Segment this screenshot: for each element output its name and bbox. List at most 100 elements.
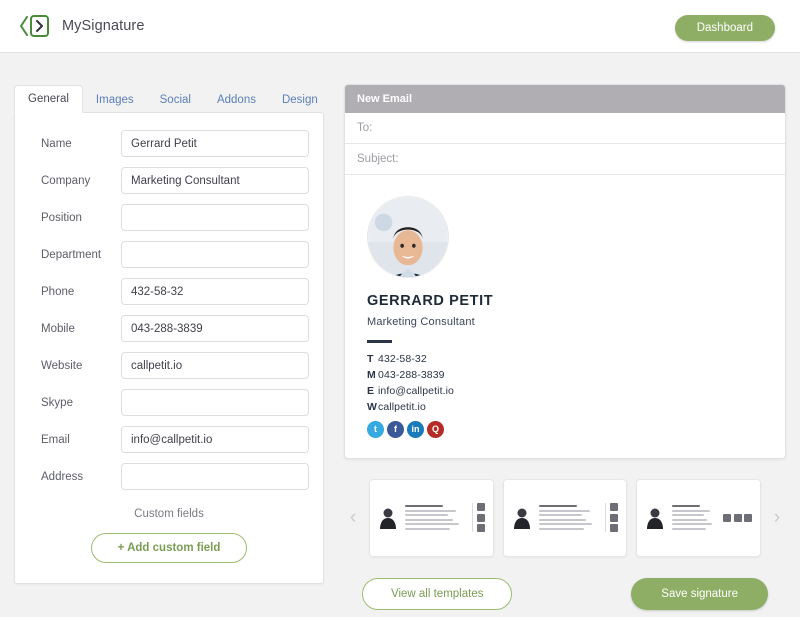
thumbnail-line xyxy=(538,509,590,512)
top-bar: MySignature Dashboard xyxy=(0,0,800,53)
general-form-card: Name Company Position Department Phone Mobile… xyxy=(14,112,324,584)
thumbnail-social-square xyxy=(610,524,619,532)
template-thumbnail-2[interactable] xyxy=(502,478,628,557)
view-all-templates-button[interactable]: View all templates xyxy=(362,577,513,610)
thumbnail-text-lines xyxy=(405,505,465,530)
thumbnail-line xyxy=(538,518,587,521)
thumbnail-line xyxy=(538,505,577,508)
custom-fields-title: Custom fields xyxy=(134,508,204,520)
thumbnail-social-buttons xyxy=(471,503,485,532)
thumbnail-text-lines xyxy=(538,505,599,530)
thumbnail-line xyxy=(672,527,706,530)
signature-contact-m: M 043-288-3839 xyxy=(367,369,785,381)
email-preview-header: New Email xyxy=(345,85,785,113)
template-thumbnail-3[interactable] xyxy=(636,478,762,557)
label-mobile: Mobile xyxy=(41,322,75,335)
thumbnail-line xyxy=(405,523,459,526)
thumbnail-social-square xyxy=(610,503,619,511)
thumbnail-line xyxy=(538,527,585,530)
contact-value: callpetit.io xyxy=(378,400,426,413)
tab-design[interactable]: Design xyxy=(269,87,331,113)
input-company[interactable] xyxy=(121,167,309,194)
thumbnail-line xyxy=(405,514,448,517)
thumbnail-line xyxy=(405,527,451,530)
input-phone[interactable] xyxy=(121,278,309,305)
brand-name: MySignature xyxy=(62,18,145,34)
thumbnail-line xyxy=(672,514,704,517)
contact-prefix: T xyxy=(367,352,374,365)
signature-contact-t: T 432-58-32 xyxy=(367,353,785,365)
input-skype[interactable] xyxy=(121,389,309,416)
input-position[interactable] xyxy=(121,204,309,231)
thumbnail-line xyxy=(538,523,593,526)
thumbnail-social-square xyxy=(744,513,753,522)
form-row-position: Position xyxy=(29,204,309,231)
thumbnail-line xyxy=(538,514,582,517)
user-photo-avatar xyxy=(367,196,785,278)
form-row-website: Website xyxy=(29,352,309,379)
template-thumbnail-1[interactable] xyxy=(369,478,494,557)
signature-divider xyxy=(367,340,392,343)
thumbnail-line xyxy=(405,509,457,512)
template-carousel: ‹ › xyxy=(344,478,786,557)
contact-prefix: M xyxy=(367,368,376,381)
contact-value: 432-58-32 xyxy=(378,352,427,365)
label-skype: Skype xyxy=(41,396,73,409)
thumbnail-social-buttons xyxy=(605,503,619,532)
signature-preview: GERRARD PETIT Marketing Consultant T 432-… xyxy=(345,175,785,458)
label-email: Email xyxy=(41,433,70,446)
twitter-icon[interactable]: t xyxy=(367,420,384,438)
form-row-mobile: Mobile xyxy=(29,315,309,342)
label-name: Name xyxy=(41,137,72,150)
add-custom-field-button[interactable]: + Add custom field xyxy=(90,533,248,563)
input-mobile[interactable] xyxy=(121,315,309,342)
add-custom-field-wrap: + Add custom field xyxy=(29,533,309,563)
signature-role: Marketing Consultant xyxy=(367,316,475,328)
input-department[interactable] xyxy=(121,241,309,268)
thumbnail-line xyxy=(405,505,444,508)
thumbnail-line xyxy=(672,518,708,521)
tab-social[interactable]: Social xyxy=(147,87,204,113)
code-brackets-logo-icon xyxy=(18,12,52,40)
thumbnail-avatar-icon xyxy=(513,508,530,529)
form-row-address: Address xyxy=(29,463,309,490)
thumbnail-social-square xyxy=(476,503,485,511)
tab-addons[interactable]: Addons xyxy=(204,87,269,113)
label-company: Company xyxy=(41,174,91,187)
quora-icon[interactable]: Q xyxy=(427,420,444,438)
input-address[interactable] xyxy=(121,463,309,490)
email-subject-field[interactable]: Subject: xyxy=(345,144,785,175)
thumbnail-avatar-icon xyxy=(380,508,396,529)
thumbnail-social-square xyxy=(723,513,732,522)
thumbnail-avatar-icon xyxy=(647,508,664,529)
template-thumbnails xyxy=(369,478,762,557)
dashboard-button[interactable]: Dashboard xyxy=(674,15,775,41)
thumbnail-line xyxy=(672,523,712,526)
thumbnail-line xyxy=(672,505,701,508)
chevron-right-icon[interactable]: › xyxy=(768,508,786,527)
signature-contact-e: Einfo@callpetit.io xyxy=(367,385,785,397)
save-signature-button[interactable]: Save signature xyxy=(631,577,768,610)
email-to-field[interactable]: To: xyxy=(345,113,785,144)
workspace: GeneralImagesSocialAddonsDesign Name Comp… xyxy=(0,53,800,617)
thumbnail-line xyxy=(405,518,453,521)
form-row-department: Department xyxy=(29,241,309,268)
thumbnail-social-square xyxy=(476,513,485,522)
editor-tabs: General Images Social Addons Design xyxy=(14,84,324,113)
label-phone: Phone xyxy=(41,285,75,298)
input-name[interactable] xyxy=(121,130,309,157)
linkedin-icon[interactable]: in xyxy=(407,420,424,438)
tab-general[interactable]: General xyxy=(14,85,83,113)
label-department: Department xyxy=(41,248,102,261)
input-email[interactable] xyxy=(121,426,309,453)
tab-images[interactable]: Images xyxy=(83,87,147,113)
brand[interactable]: MySignature xyxy=(18,12,145,40)
facebook-icon[interactable]: f xyxy=(387,420,404,438)
input-website[interactable] xyxy=(121,352,309,379)
thumbnail-social-square xyxy=(610,513,619,522)
chevron-left-icon[interactable]: ‹ xyxy=(344,508,362,527)
form-row-company: Company xyxy=(29,167,309,194)
thumbnail-social-square xyxy=(476,524,485,532)
form-row-name: Name xyxy=(29,130,309,157)
contact-value: info@callpetit.io xyxy=(378,384,454,397)
